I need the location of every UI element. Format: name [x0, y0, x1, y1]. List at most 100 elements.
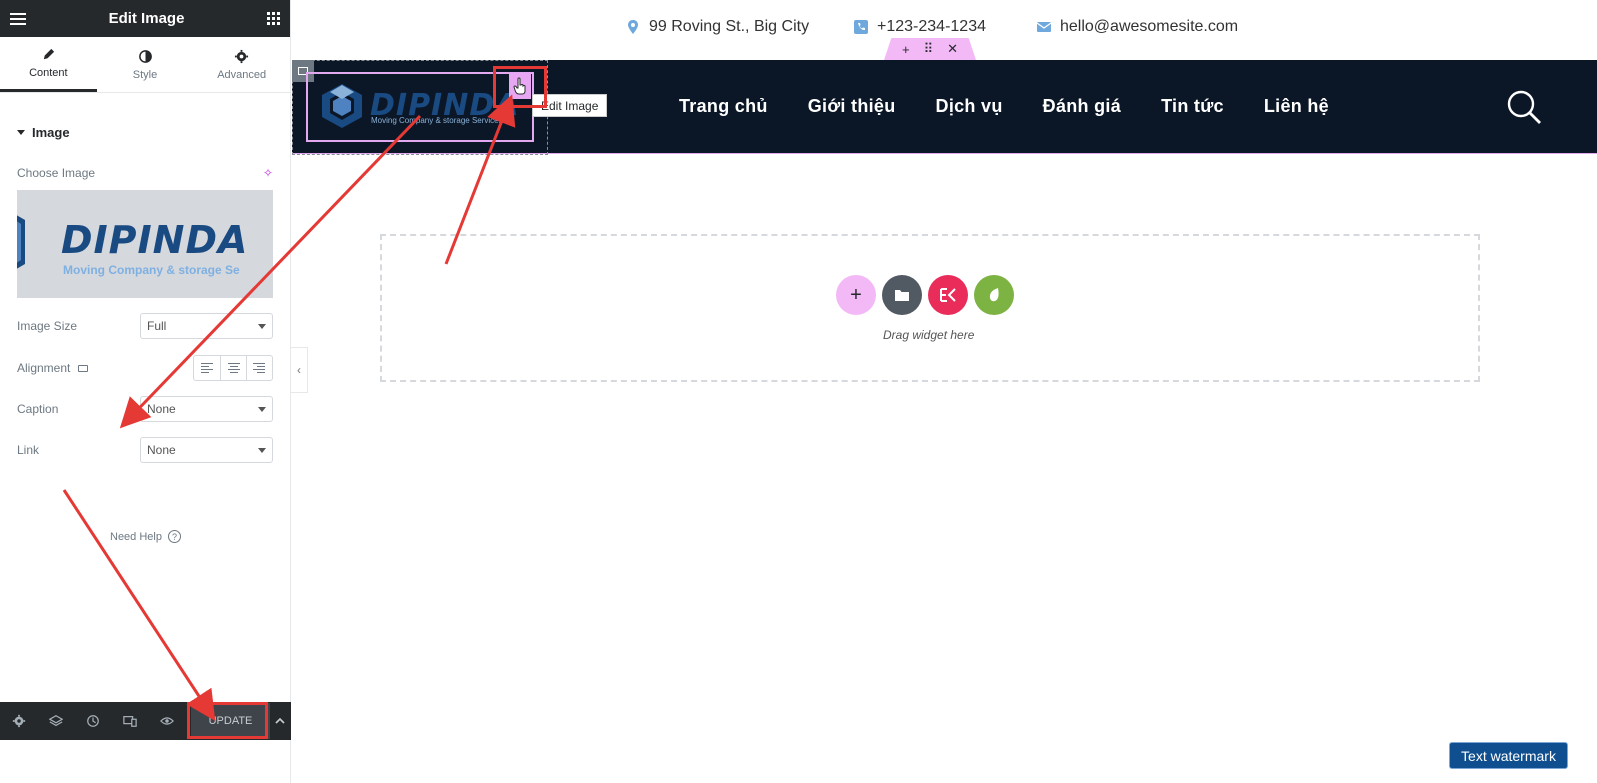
address-text: 99 Roving St., Big City — [649, 18, 810, 35]
nav-item-about[interactable]: Giới thiệu — [808, 96, 896, 117]
alignment-label: Alignment — [17, 361, 71, 375]
edit-image-tooltip: Edit Image — [532, 94, 608, 117]
caption-value: None — [147, 402, 176, 416]
collapse-panel-button[interactable]: ‹ — [291, 347, 308, 393]
update-options-button[interactable] — [270, 703, 291, 739]
panel-footer: UPDATE — [0, 702, 291, 740]
chevron-up-icon — [275, 717, 285, 724]
update-button[interactable]: UPDATE — [191, 703, 270, 739]
desktop-icon[interactable] — [78, 365, 89, 372]
hand-cursor-icon — [513, 77, 526, 95]
responsive-mode-button[interactable] — [111, 702, 148, 740]
alignment-row: Alignment — [17, 355, 273, 381]
delete-section-icon[interactable]: ✕ — [947, 41, 958, 57]
template-library-button[interactable] — [882, 275, 922, 315]
logo-cube-icon — [322, 84, 362, 128]
image-section-title: Image — [32, 125, 70, 140]
search-icon[interactable] — [1506, 89, 1542, 125]
caret-down-icon — [17, 130, 25, 135]
link-select[interactable]: None — [140, 437, 273, 463]
ai-sparkle-icon[interactable]: ✧ — [263, 166, 273, 180]
choose-image-row: Choose Image ✧ — [0, 166, 290, 180]
menu-icon[interactable] — [10, 12, 26, 25]
contact-email: hello@awesomesite.com — [1036, 18, 1238, 36]
phone-icon — [854, 20, 868, 34]
alignment-control — [193, 355, 273, 381]
elementskit-button[interactable] — [928, 275, 968, 315]
dropzone-hint: Drag widget here — [883, 328, 975, 342]
add-section-icon[interactable]: + — [902, 42, 910, 57]
gear-icon — [235, 49, 249, 63]
tab-advanced[interactable]: Advanced — [193, 37, 290, 92]
widgets-grid-icon[interactable] — [266, 12, 280, 25]
contact-address: 99 Roving St., Big City — [625, 18, 809, 36]
image-section-toggle[interactable]: Image — [0, 125, 290, 140]
drag-handle-icon[interactable]: ⠿ — [924, 41, 934, 57]
dropdown-arrow-icon — [258, 447, 266, 453]
tab-style-label: Style — [132, 68, 158, 81]
history-icon — [86, 715, 99, 727]
section-controls: + ⠿ ✕ — [884, 38, 976, 60]
logo-tagline: Moving Company & storage Services — [371, 116, 503, 125]
tab-style[interactable]: Style — [97, 37, 194, 92]
image-size-select[interactable]: Full — [140, 313, 273, 339]
tab-content-label: Content — [29, 67, 68, 79]
caption-label: Caption — [17, 402, 59, 416]
align-center-button[interactable] — [220, 356, 246, 380]
caption-row: Caption None — [17, 396, 273, 422]
image-size-row: Image Size Full — [17, 313, 273, 339]
phone-text: +123-234-1234 — [877, 18, 986, 35]
leaf-icon — [989, 288, 999, 302]
gear-icon — [12, 714, 25, 728]
caption-select[interactable]: None — [140, 396, 273, 422]
align-right-button[interactable] — [246, 356, 272, 380]
tab-content[interactable]: Content — [0, 37, 97, 92]
pencil-icon — [43, 48, 54, 60]
envato-button[interactable] — [974, 275, 1014, 315]
link-label: Link — [17, 443, 40, 457]
add-new-section-button[interactable]: + — [836, 275, 876, 315]
layers-icon — [48, 715, 63, 727]
nav-item-reviews[interactable]: Đánh giá — [1043, 96, 1121, 117]
nav-item-news[interactable]: Tin tức — [1161, 96, 1224, 117]
nav-item-services[interactable]: Dịch vụ — [936, 96, 1003, 117]
image-size-value: Full — [147, 319, 167, 333]
navigator-button[interactable] — [37, 702, 74, 740]
help-icon: ? — [167, 530, 181, 543]
text-watermark: Text watermark — [1449, 742, 1568, 769]
devices-icon — [123, 716, 137, 727]
alignment-label-wrap: Alignment — [17, 361, 89, 375]
choose-image-label: Choose Image — [17, 166, 96, 180]
folder-icon — [895, 290, 909, 301]
link-row: Link None — [17, 437, 273, 463]
nav-item-home[interactable]: Trang chủ — [679, 96, 768, 117]
history-button[interactable] — [74, 702, 111, 740]
dropzone-buttons: + — [836, 275, 1014, 315]
preview-tagline: Moving Company & storage Se — [63, 263, 240, 277]
envelope-icon — [1036, 22, 1052, 32]
image-size-label: Image Size — [17, 319, 78, 333]
plus-icon: + — [850, 283, 862, 306]
preview-logo-text: DIPINDA — [61, 218, 249, 262]
edit-image-button[interactable] — [509, 73, 531, 99]
preview-button[interactable] — [148, 702, 185, 740]
panel-header: Edit Image — [0, 0, 290, 37]
map-pin-icon — [628, 20, 638, 34]
contrast-icon — [138, 49, 152, 63]
contact-phone: +123-234-1234 — [853, 18, 986, 36]
settings-button[interactable] — [0, 702, 37, 740]
site-logo: DIPINDA Moving Company & storage Service… — [320, 82, 519, 130]
dropdown-arrow-icon — [258, 406, 266, 412]
editor-panel: Edit Image Content Style Advanced Image … — [0, 0, 291, 783]
align-left-button[interactable] — [194, 356, 220, 380]
image-preview[interactable]: DIPINDA Moving Company & storage Se — [17, 190, 273, 298]
dropdown-arrow-icon — [258, 323, 266, 329]
panel-tabs: Content Style Advanced — [0, 37, 290, 93]
email-text: hello@awesomesite.com — [1060, 18, 1239, 35]
chevron-left-icon: ‹ — [297, 363, 301, 377]
nav-item-contact[interactable]: Liên hệ — [1264, 96, 1329, 117]
main-nav: Trang chủ Giới thiệu Dịch vụ Đánh giá Ti… — [679, 96, 1329, 117]
panel-title: Edit Image — [108, 10, 185, 27]
need-help-link[interactable]: Need Help ? — [110, 530, 181, 543]
ek-logo-icon — [940, 288, 956, 302]
